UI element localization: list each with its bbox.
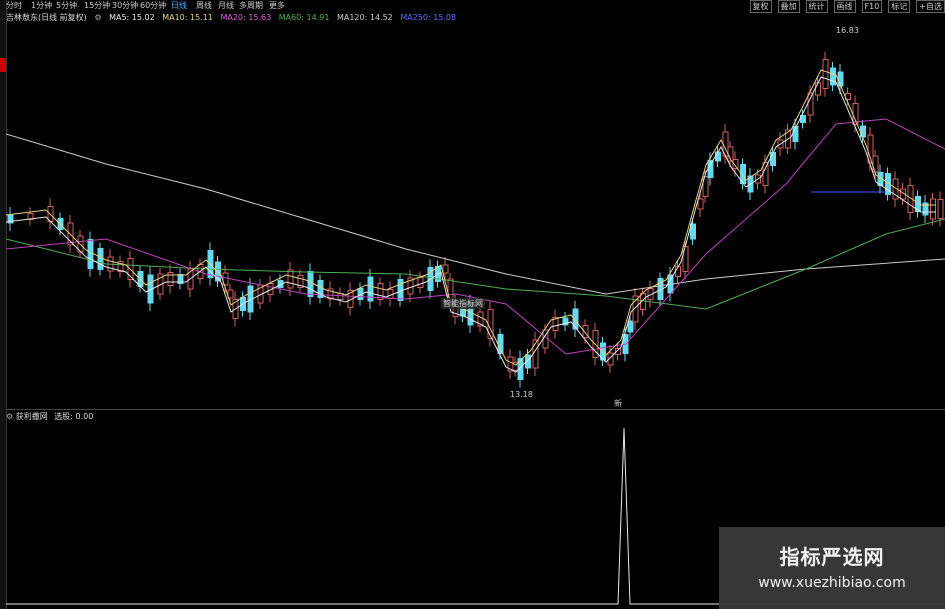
- indicator-name[interactable]: 获利撒网: [16, 412, 48, 421]
- period-tab[interactable]: 月线: [218, 0, 234, 11]
- watermark-url: www.xuezhibiao.com: [758, 575, 906, 591]
- watermark-title: 指标严选网: [779, 545, 885, 569]
- period-tab[interactable]: 15分钟: [84, 0, 110, 11]
- indicator-settings-icon[interactable]: ⚙: [6, 412, 13, 421]
- candle: [770, 152, 776, 166]
- stock-name[interactable]: 吉林敖东(日线 前复权): [6, 13, 87, 22]
- candle: [815, 82, 821, 96]
- right-toolbar: 复权 叠加 统计 画线 F10 标记 +自选: [744, 0, 945, 13]
- candle: [675, 266, 681, 277]
- main-legend: 吉林敖东(日线 前复权) ⚙ MA5: 15.02 MA10: 15.11 MA…: [6, 12, 461, 24]
- candle: [377, 283, 384, 300]
- candle: [697, 198, 704, 210]
- toolbar-button[interactable]: 复权: [749, 0, 772, 13]
- candle: [167, 272, 174, 286]
- ma5-line: [6, 76, 936, 373]
- candle: [707, 160, 714, 178]
- settings-icon[interactable]: ⚙: [94, 13, 101, 22]
- candle: [442, 264, 449, 274]
- ma10-label: MA10: 15.11: [162, 13, 213, 22]
- candle: [487, 309, 494, 339]
- low-price-label: 13.18: [510, 390, 533, 399]
- period-tab[interactable]: 60分钟: [140, 0, 166, 11]
- candle: [860, 125, 866, 138]
- toolbar-button[interactable]: 画线: [833, 0, 856, 13]
- candle: [837, 71, 844, 87]
- candle: [287, 269, 294, 289]
- period-tab[interactable]: 1分钟: [31, 0, 52, 11]
- ma20-label: MA20: 15.63: [220, 13, 272, 22]
- period-tab[interactable]: 周线: [196, 0, 212, 11]
- candle: [417, 277, 424, 288]
- tag-label: 智能指标网: [441, 298, 485, 309]
- candle: [715, 151, 721, 162]
- ma60-label: MA60: 14.91: [278, 13, 330, 22]
- period-tab[interactable]: 分时: [6, 0, 22, 11]
- new-marker: 新: [614, 399, 622, 408]
- toolbar-button[interactable]: F10: [861, 0, 883, 13]
- candle: [532, 339, 539, 369]
- candle: [97, 248, 104, 270]
- candle: [87, 239, 94, 269]
- ma20-line: [6, 118, 945, 355]
- period-tab[interactable]: 5分钟: [56, 0, 77, 11]
- indicator-value: 选股: 0.00: [54, 412, 94, 421]
- candle: [930, 198, 936, 220]
- toolbar-button[interactable]: 统计: [805, 0, 828, 13]
- candle: [762, 162, 769, 186]
- period-tab[interactable]: 多周期: [239, 0, 263, 11]
- candle: [307, 271, 314, 297]
- indicator-legend: ⚙ 获利撒网 选股: 0.00: [6, 411, 93, 423]
- toolbar-button[interactable]: +自选: [916, 0, 945, 13]
- candle: [807, 92, 814, 116]
- candle: [937, 199, 944, 219]
- watermark: 指标严选网 www.xuezhibiao.com: [719, 527, 945, 609]
- period-tab[interactable]: 更多: [269, 0, 285, 11]
- ma250-label: MA250: 15.08: [400, 13, 457, 22]
- ma120-label: MA120: 14.52: [336, 13, 393, 22]
- period-tab[interactable]: 日线: [171, 0, 187, 11]
- period-tab[interactable]: 30分钟: [112, 0, 138, 11]
- ma5-label: MA5: 15.02: [109, 13, 155, 22]
- candle: [627, 320, 634, 333]
- pane-divider: [6, 409, 945, 410]
- candle: [830, 67, 836, 86]
- toolbar-button[interactable]: 叠加: [777, 0, 800, 13]
- toolbar-button[interactable]: 标记: [888, 0, 911, 13]
- ma60-line: [6, 218, 945, 310]
- candle: [497, 334, 504, 354]
- candle: [822, 59, 829, 89]
- high-price-label: 16.83: [836, 26, 859, 35]
- candlestick-chart[interactable]: [6, 24, 945, 404]
